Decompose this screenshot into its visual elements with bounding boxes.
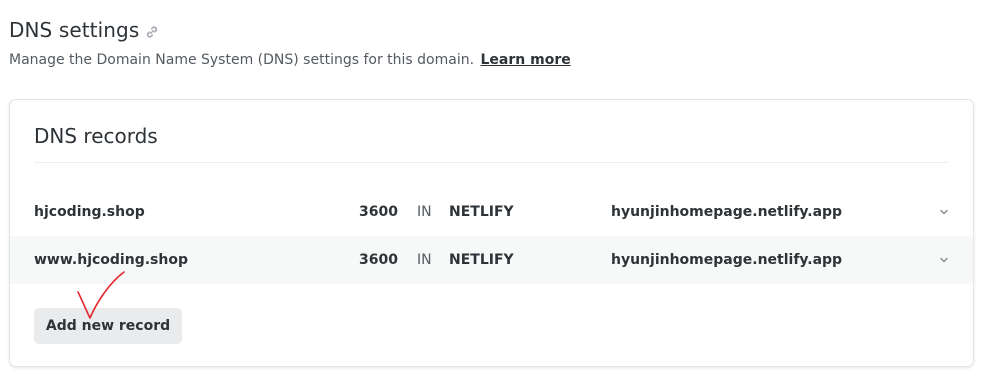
record-type: NETLIFY xyxy=(449,204,514,220)
dns-record-row[interactable]: www.hjcoding.shop 3600 IN NETLIFY hyunji… xyxy=(10,236,973,284)
dns-settings-page: DNS settings Manage the Domain Name Syst… xyxy=(0,0,986,374)
divider xyxy=(34,162,949,163)
record-class: IN xyxy=(417,204,432,220)
record-name: www.hjcoding.shop xyxy=(34,252,188,268)
chevron-down-icon[interactable] xyxy=(938,206,950,218)
add-new-record-button[interactable]: Add new record xyxy=(34,308,182,344)
record-value: hyunjinhomepage.netlify.app xyxy=(611,252,843,268)
record-class: IN xyxy=(417,252,432,268)
page-title: DNS settings xyxy=(9,18,140,42)
dns-record-row[interactable]: hjcoding.shop 3600 IN NETLIFY hyunjinhom… xyxy=(10,188,973,236)
title-row: DNS settings xyxy=(9,18,571,42)
dns-settings-header: DNS settings Manage the Domain Name Syst… xyxy=(9,18,571,68)
record-type: NETLIFY xyxy=(449,252,514,268)
card-title: DNS records xyxy=(34,124,158,148)
record-name: hjcoding.shop xyxy=(34,204,145,220)
record-value: hyunjinhomepage.netlify.app xyxy=(611,204,843,220)
record-ttl: 3600 xyxy=(359,252,398,268)
dns-records-card: DNS records hjcoding.shop 3600 IN NETLIF… xyxy=(9,99,974,367)
record-ttl: 3600 xyxy=(359,204,398,220)
link-icon[interactable] xyxy=(145,24,159,38)
subtitle-text: Manage the Domain Name System (DNS) sett… xyxy=(9,52,475,68)
page-subtitle: Manage the Domain Name System (DNS) sett… xyxy=(9,52,571,68)
learn-more-link[interactable]: Learn more xyxy=(481,52,571,68)
chevron-down-icon[interactable] xyxy=(938,254,950,266)
